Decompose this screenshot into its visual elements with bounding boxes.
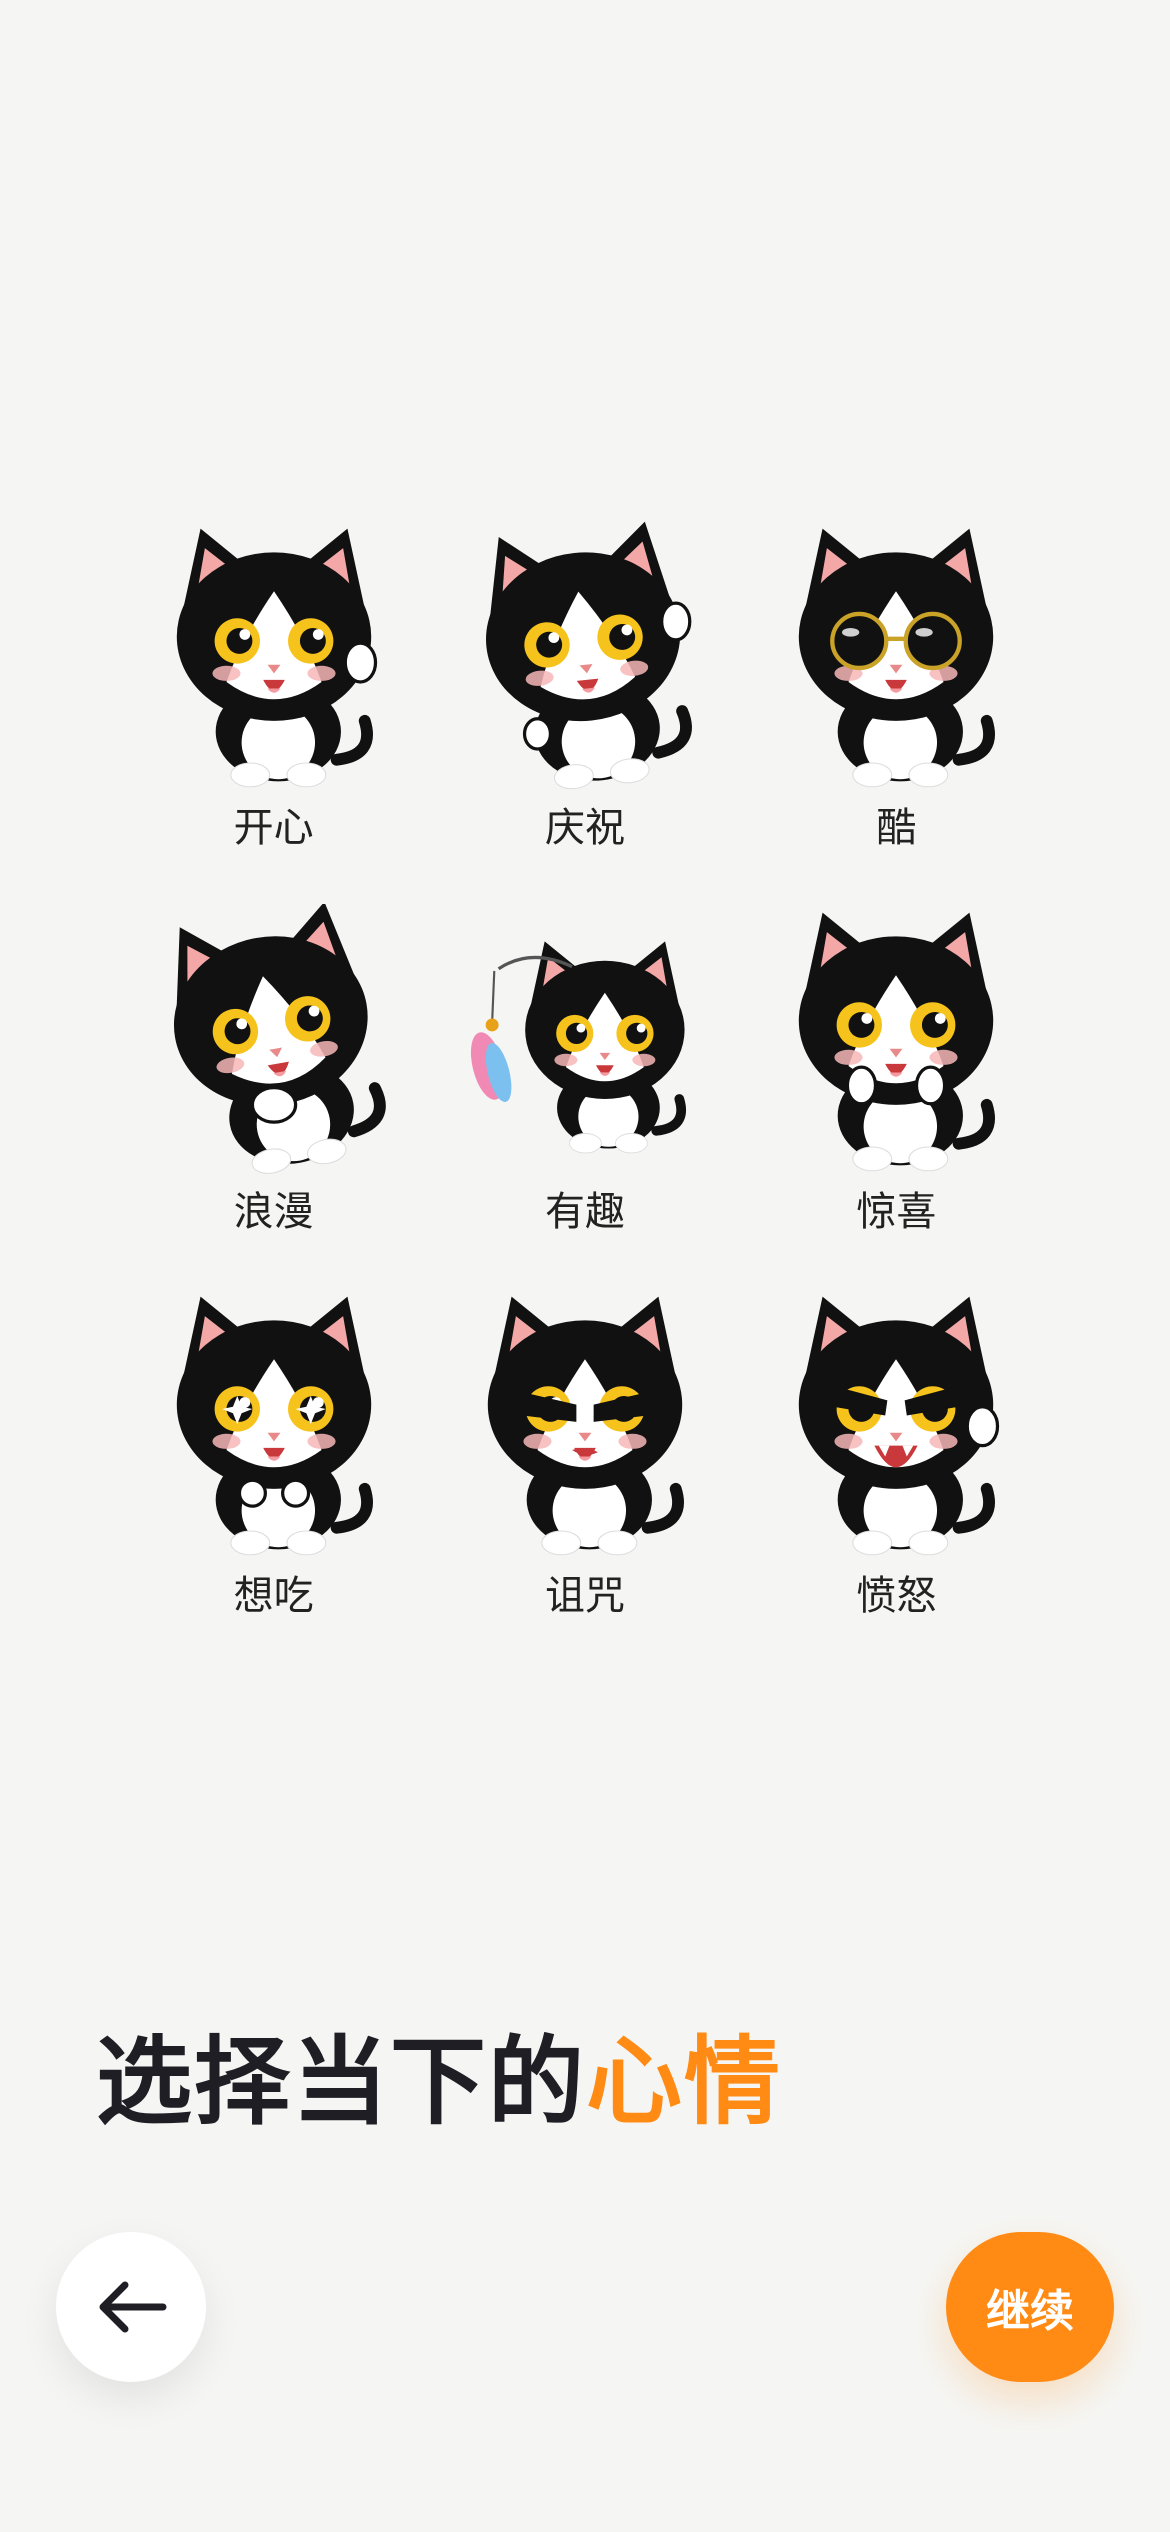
angry-cat-icon (766, 1288, 1026, 1558)
title-prefix: 选择当下的 (96, 2026, 586, 2138)
mood-label-cool: 酷 (876, 805, 917, 851)
celebrating-cat-icon (455, 520, 715, 790)
happy-cat-icon (144, 520, 404, 790)
mood-option-happy[interactable]: 开心 (118, 520, 429, 856)
continue-button[interactable]: 继续 (946, 2232, 1114, 2382)
page-title: 选择当下的心情 (96, 2022, 782, 2142)
back-button[interactable] (56, 2232, 206, 2382)
mood-option-celebrate[interactable]: 庆祝 (429, 520, 740, 856)
mood-label-surprise: 惊喜 (856, 1189, 937, 1235)
romantic-cat-icon (144, 904, 404, 1174)
hungry-cat-icon (144, 1288, 404, 1558)
mood-option-cool[interactable]: 酷 (741, 520, 1052, 856)
mood-option-fun[interactable]: 有趣 (429, 904, 740, 1240)
mood-label-romantic: 浪漫 (233, 1189, 314, 1235)
mood-grid: 开心 庆祝 酷 浪漫 有趣 惊喜 想吃 诅咒 愤怒 (118, 520, 1052, 1624)
title-accent: 心情 (586, 2026, 782, 2138)
mood-label-celebrate: 庆祝 (544, 805, 625, 851)
cursing-cat-icon (455, 1288, 715, 1558)
mood-label-curse: 诅咒 (544, 1573, 625, 1619)
mood-option-romantic[interactable]: 浪漫 (118, 904, 429, 1240)
mood-option-angry[interactable]: 愤怒 (741, 1288, 1052, 1624)
mood-label-angry: 愤怒 (856, 1573, 937, 1619)
mood-option-hungry[interactable]: 想吃 (118, 1288, 429, 1624)
arrow-left-icon (99, 2281, 167, 2333)
surprised-cat-icon (766, 904, 1026, 1174)
mood-label-hungry: 想吃 (233, 1573, 314, 1619)
mood-label-fun: 有趣 (544, 1189, 625, 1235)
mood-option-curse[interactable]: 诅咒 (429, 1288, 740, 1624)
mood-option-surprise[interactable]: 惊喜 (741, 904, 1052, 1240)
mood-label-happy: 开心 (233, 805, 314, 851)
playful-cat-feather-icon (470, 904, 715, 1174)
cool-cat-sunglasses-icon (766, 520, 1026, 790)
